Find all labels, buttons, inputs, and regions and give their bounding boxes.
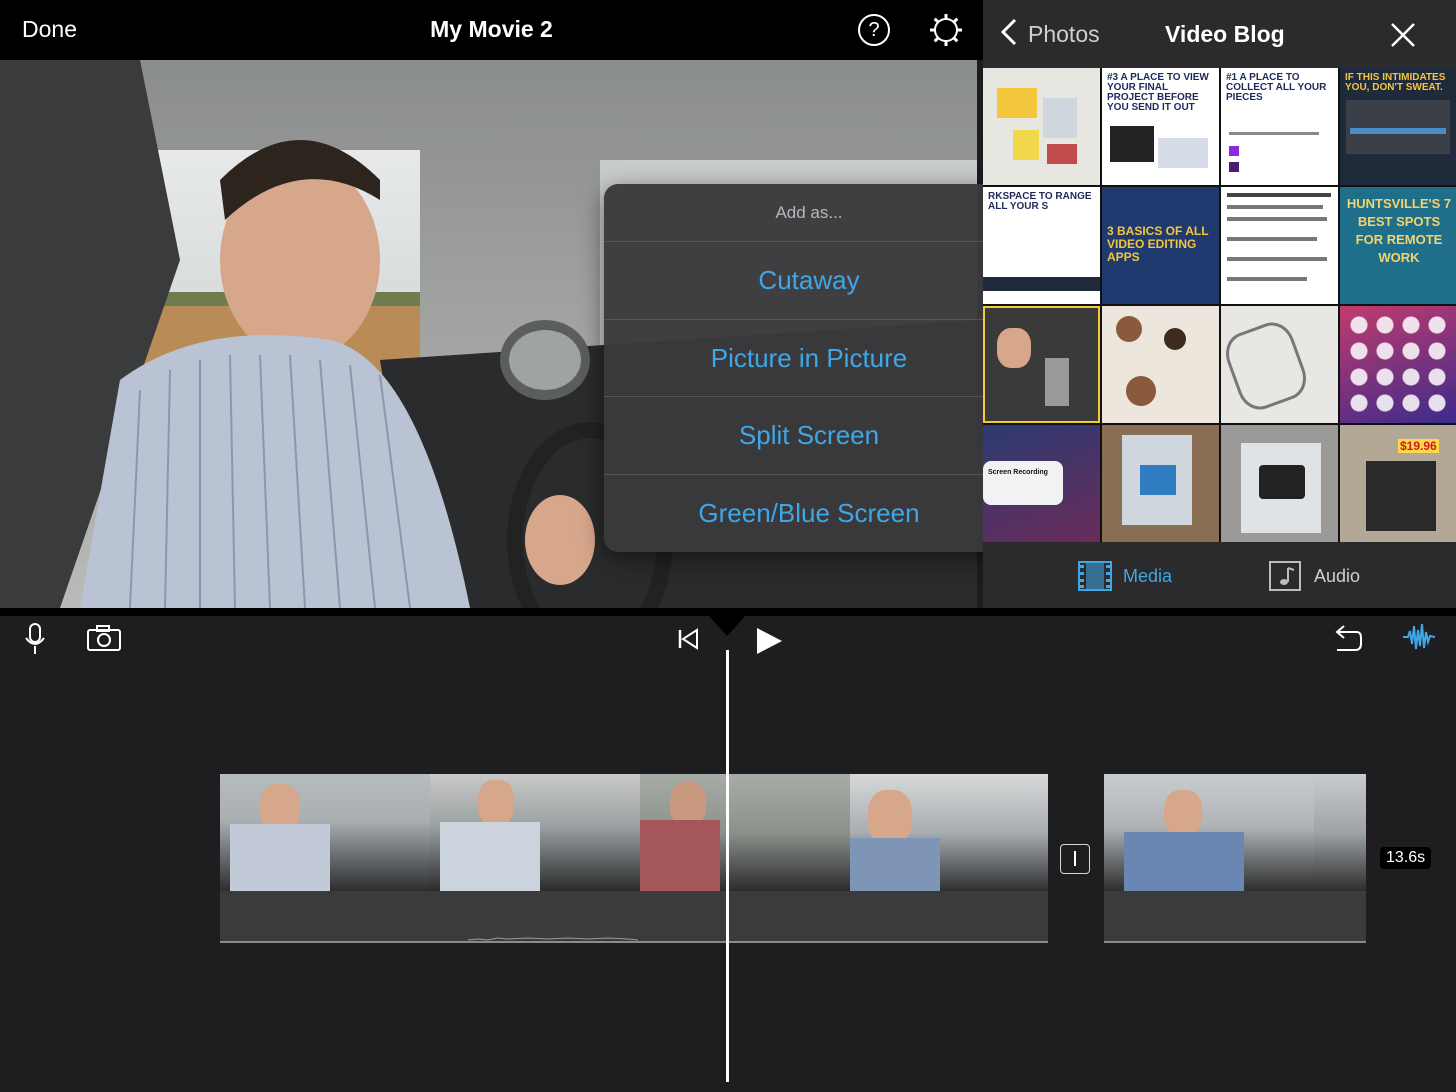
- add-as-popover: Add as... Cutaway Picture in Picture Spl…: [604, 184, 1028, 553]
- clip-frame: [1104, 774, 1314, 891]
- video-clip[interactable]: [220, 774, 1048, 891]
- timeline[interactable]: 13.6s: [0, 616, 1456, 1092]
- playhead-marker: [709, 616, 745, 636]
- media-thumbnail[interactable]: RKSPACE TO RANGE ALL YOUR S: [983, 187, 1100, 304]
- media-thumbnail-grid: #3 A PLACE TO VIEW YOUR FINAL PROJECT BE…: [983, 68, 1456, 542]
- media-thumbnail[interactable]: [983, 306, 1100, 423]
- help-icon[interactable]: ?: [858, 14, 890, 46]
- chevron-left-icon[interactable]: [999, 17, 1019, 47]
- clip-frame: [640, 774, 850, 891]
- tab-audio-label: Audio: [1314, 566, 1361, 586]
- panel-divider[interactable]: [0, 608, 1456, 616]
- media-thumbnail[interactable]: [1340, 306, 1456, 423]
- project-title: My Movie 2: [430, 16, 553, 42]
- skip-to-start-icon[interactable]: [677, 628, 699, 650]
- media-thumbnail[interactable]: [983, 68, 1100, 185]
- camera-icon[interactable]: [86, 624, 122, 652]
- music-note-icon: [1269, 561, 1301, 591]
- green-blue-screen-option[interactable]: Green/Blue Screen: [604, 475, 1014, 553]
- clip-frame: [430, 774, 640, 891]
- clip-frame: [850, 774, 1048, 891]
- media-thumbnail[interactable]: [1221, 306, 1338, 423]
- media-thumbnail[interactable]: [1221, 425, 1338, 542]
- media-thumbnail[interactable]: $19.96: [1340, 425, 1456, 542]
- top-toolbar: Done My Movie 2 ?: [0, 0, 983, 60]
- popover-title: Add as...: [604, 184, 1014, 242]
- media-browser: Photos Video Blog #3 A PLACE TO VIEW YOU…: [983, 0, 1456, 608]
- clip-audio-track[interactable]: [1104, 891, 1366, 943]
- clip-duration-badge: 13.6s: [1380, 847, 1432, 869]
- video-clip[interactable]: [1104, 774, 1366, 891]
- media-thumbnail[interactable]: [1221, 187, 1338, 304]
- close-icon[interactable]: [1390, 22, 1416, 48]
- media-thumbnail[interactable]: #1 A PLACE TO COLLECT ALL YOUR PIECES: [1221, 68, 1338, 185]
- media-thumbnail[interactable]: [1102, 306, 1219, 423]
- clip-frame: [220, 774, 430, 891]
- play-icon[interactable]: [754, 626, 784, 656]
- audio-waveform-icon[interactable]: [1402, 622, 1436, 652]
- microphone-icon[interactable]: [24, 622, 46, 656]
- back-to-photos-button[interactable]: Photos: [1028, 21, 1100, 48]
- media-thumbnail[interactable]: Screen Recording: [983, 425, 1100, 542]
- clip-frame: [1314, 774, 1366, 891]
- transition-button[interactable]: [1060, 844, 1090, 874]
- media-thumbnail[interactable]: 3 BASICS OF ALL VIDEO EDITING APPS: [1102, 187, 1219, 304]
- browser-tab-bar: Media Audio: [983, 542, 1456, 608]
- undo-icon[interactable]: [1331, 624, 1363, 652]
- media-thumbnail[interactable]: HUNTSVILLE'S 7 BEST SPOTS FOR REMOTE WOR…: [1340, 187, 1456, 304]
- audio-waveform: [468, 937, 638, 941]
- picture-in-picture-option[interactable]: Picture in Picture: [604, 320, 1014, 397]
- playhead[interactable]: [726, 650, 729, 1082]
- gear-icon[interactable]: [929, 13, 963, 47]
- album-title: Video Blog: [1165, 21, 1285, 47]
- media-thumbnail[interactable]: #3 A PLACE TO VIEW YOUR FINAL PROJECT BE…: [1102, 68, 1219, 185]
- price-tag: $19.96: [1398, 439, 1439, 453]
- clip-audio-track[interactable]: [220, 891, 1048, 943]
- split-screen-option[interactable]: Split Screen: [604, 397, 1014, 475]
- tab-media-label: Media: [1123, 566, 1173, 586]
- media-thumbnail[interactable]: [1102, 425, 1219, 542]
- cutaway-option[interactable]: Cutaway: [604, 242, 1014, 320]
- browser-header: Photos Video Blog: [983, 0, 1456, 68]
- media-thumbnail[interactable]: IF THIS INTIMIDATES YOU, DON'T SWEAT.: [1340, 68, 1456, 185]
- film-icon: [1078, 561, 1112, 591]
